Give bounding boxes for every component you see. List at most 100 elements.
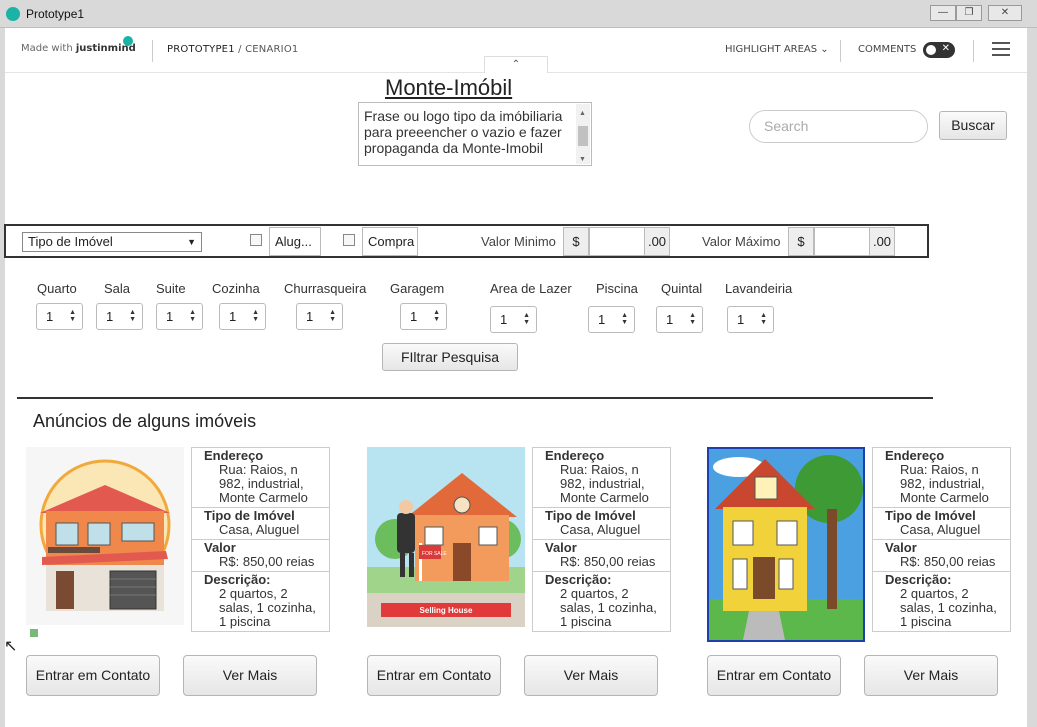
lavandeiria-stepper[interactable]: 1 ▲ ▼ (727, 306, 774, 333)
dropdown-arrow-icon: ▼ (187, 237, 196, 247)
see-more-button-1[interactable]: Ver Mais (183, 655, 317, 696)
room-label-lavandeiria: Lavandeiria (725, 281, 793, 296)
suite-stepper[interactable]: 1 ▲ ▼ (156, 303, 203, 330)
quintal-stepper[interactable]: 1 ▲ ▼ (656, 306, 703, 333)
address-value: Rua: Raios, n 982, industrial, Monte Car… (900, 462, 989, 505)
justinmind-logo: Made with justinmind (21, 43, 136, 54)
prototype-toolbar: Made with justinmind PROTOTYPE1 / CENARI… (5, 28, 1027, 73)
window-title: Prototype1 (26, 7, 85, 21)
description-heading: Descrição: (885, 572, 952, 587)
sala-stepper[interactable]: 1 ▲ ▼ (96, 303, 143, 330)
area-de-lazer-stepper[interactable]: 1 ▲ ▼ (490, 306, 537, 333)
rent-checkbox[interactable] (250, 234, 262, 246)
breadcrumb-project[interactable]: PROTOTYPE1 (167, 44, 235, 55)
listing-info-2: Endereço Rua: Raios, n 982, industrial, M… (532, 447, 671, 632)
buy-label: Compra (362, 227, 418, 256)
min-value-input[interactable] (589, 227, 645, 256)
close-button[interactable]: ✕ (988, 5, 1022, 21)
description-value: 2 quartos, 2 salas, 1 cozinha, 1 piscina (219, 586, 316, 629)
filter-bar: Tipo de Imóvel ▼ Alug... Compra Valor Min… (4, 224, 929, 258)
search-input[interactable]: Search (749, 110, 928, 143)
room-label-suite: Suite (156, 281, 186, 296)
type-value: Casa, Aluguel (900, 522, 981, 537)
address-value: Rua: Raios, n 982, industrial, Monte Car… (560, 462, 649, 505)
room-label-piscina: Piscina (596, 281, 638, 296)
min-value-label: Valor Minimo (481, 234, 556, 249)
address-heading: Endereço (545, 448, 605, 463)
contact-button-3[interactable]: Entrar em Contato (707, 655, 841, 696)
tagline-text: Frase ou logo tipo da imóbiliaria para p… (364, 108, 563, 156)
scroll-down-icon[interactable]: ▼ (579, 152, 586, 168)
price-heading: Valor (885, 540, 917, 555)
collapse-toolbar-tab[interactable]: ⌃ (484, 56, 548, 73)
scroll-up-icon[interactable]: ▲ (579, 106, 586, 122)
filter-search-button[interactable]: FIltrar Pesquisa (382, 343, 518, 371)
description-value: 2 quartos, 2 salas, 1 cozinha, 1 piscina (560, 586, 657, 629)
breadcrumb: PROTOTYPE1 / CENARIO1 (167, 44, 299, 55)
breadcrumb-scenario[interactable]: CENARIO1 (245, 44, 298, 55)
type-value: Casa, Aluguel (560, 522, 641, 537)
window-frame-left (0, 28, 5, 727)
mouse-cursor-icon: ↖ (4, 638, 18, 655)
contact-button-2[interactable]: Entrar em Contato (367, 655, 501, 696)
room-label-area-de-lazer: Area de Lazer (490, 281, 572, 296)
window-frame-right (1027, 28, 1037, 727)
room-label-sala: Sala (104, 281, 131, 296)
scrollbar[interactable]: ▲ ▼ (576, 104, 590, 164)
search-button[interactable]: Buscar (939, 111, 1007, 140)
chevron-up-icon: ⌃ (511, 59, 521, 70)
max-value-input[interactable] (814, 227, 870, 256)
room-label-quarto: Quarto (37, 281, 77, 296)
room-label-garagem: Garagem (390, 281, 445, 296)
garagem-stepper[interactable]: 1 ▲ ▼ (400, 303, 447, 330)
highlight-areas-toggle[interactable]: HIGHLIGHT AREAS ⌄ (725, 44, 829, 55)
contact-button-1[interactable]: Entrar em Contato (26, 655, 160, 696)
listing-info-3: Endereço Rua: Raios, n 982, industrial, M… (872, 447, 1011, 632)
piscina-stepper[interactable]: 1 ▲ ▼ (588, 306, 635, 333)
cozinha-stepper[interactable]: 1 ▲ ▼ (219, 303, 266, 330)
for-sale-sign: FOR SALE (422, 551, 447, 557)
price-value: R$: 850,00 reias (900, 554, 996, 569)
chevron-down-icon: ⌄ (820, 44, 829, 55)
type-heading: Tipo de Imóvel (204, 508, 295, 523)
restore-button[interactable]: ❐ (956, 5, 982, 21)
room-label-churrasqueira: Churrasqueira (284, 281, 367, 296)
see-more-button-2[interactable]: Ver Mais (524, 655, 658, 696)
address-heading: Endereço (204, 448, 264, 463)
price-value: R$: 850,00 reias (219, 554, 315, 569)
minimize-button[interactable]: — (930, 5, 956, 21)
quarto-stepper[interactable]: 1 ▲ ▼ (36, 303, 83, 330)
hamburger-menu-icon[interactable] (992, 42, 1010, 56)
tagline-textarea[interactable]: Frase ou logo tipo da imóbiliaria para p… (358, 102, 592, 166)
selling-house-banner: Selling House (420, 606, 473, 615)
comments-label: COMMENTS (858, 44, 917, 55)
type-heading: Tipo de Imóvel (885, 508, 976, 523)
type-value: Casa, Aluguel (219, 522, 300, 537)
divider (152, 40, 153, 62)
room-label-cozinha: Cozinha (212, 281, 260, 296)
listing-image-3[interactable] (707, 447, 865, 642)
divider (840, 40, 841, 62)
listing-info-1: Endereço Rua: Raios, n 982, industrial, M… (191, 447, 330, 632)
description-heading: Descrição: (204, 572, 271, 587)
min-cents: .00 (644, 227, 670, 256)
window-titlebar: Prototype1 — ❐ ✕ (0, 0, 1037, 28)
price-heading: Valor (204, 540, 236, 555)
room-label-quintal: Quintal (661, 281, 703, 296)
max-cents: .00 (869, 227, 895, 256)
price-heading: Valor (545, 540, 577, 555)
see-more-button-3[interactable]: Ver Mais (864, 655, 998, 696)
description-value: 2 quartos, 2 salas, 1 cozinha, 1 piscina (900, 586, 997, 629)
section-divider (17, 397, 933, 399)
listing-image-2[interactable]: FOR SALE Selling House (367, 447, 525, 642)
close-icon: ✕ (941, 43, 950, 54)
listing-image-1[interactable] (26, 447, 184, 642)
churrasqueira-stepper[interactable]: 1 ▲ ▼ (296, 303, 343, 330)
comments-toggle[interactable]: ✕ (923, 42, 955, 58)
divider (973, 40, 974, 62)
property-type-select[interactable]: Tipo de Imóvel ▼ (22, 232, 202, 252)
description-heading: Descrição: (545, 572, 612, 587)
type-heading: Tipo de Imóvel (545, 508, 636, 523)
app-icon (6, 7, 20, 21)
buy-checkbox[interactable] (343, 234, 355, 246)
